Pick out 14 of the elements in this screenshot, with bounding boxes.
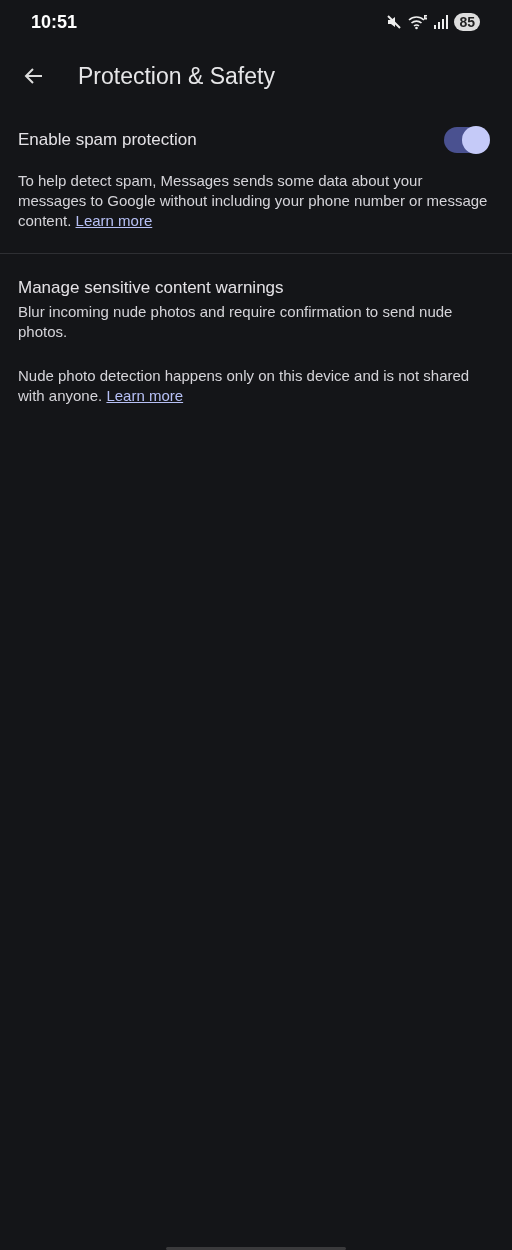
- muted-speaker-icon: [386, 14, 403, 30]
- learn-more-link[interactable]: Learn more: [75, 212, 153, 229]
- spam-protection-switch[interactable]: [444, 127, 488, 153]
- setting-title: Enable spam protection: [18, 130, 197, 150]
- learn-more-link[interactable]: Learn more: [106, 387, 184, 404]
- screen-title: Protection & Safety: [78, 62, 275, 90]
- wifi-icon: [408, 14, 429, 30]
- setting-summary: Blur incoming nude photos and require confirmation to send nude photos.: [18, 302, 454, 342]
- signal-icon: [434, 15, 449, 29]
- battery-level: 85: [454, 13, 480, 31]
- description-text: Nude photo detection happens only on this device and is not shared with anyone. Learn more: [18, 366, 471, 406]
- status-time: 10:51: [31, 11, 78, 33]
- description-text: To help detect spam, Messages sends some data about your messages to Google without including your phone number or message content. Learn more: [18, 171, 489, 231]
- setting-title: Manage sensitive content warnings: [18, 278, 285, 298]
